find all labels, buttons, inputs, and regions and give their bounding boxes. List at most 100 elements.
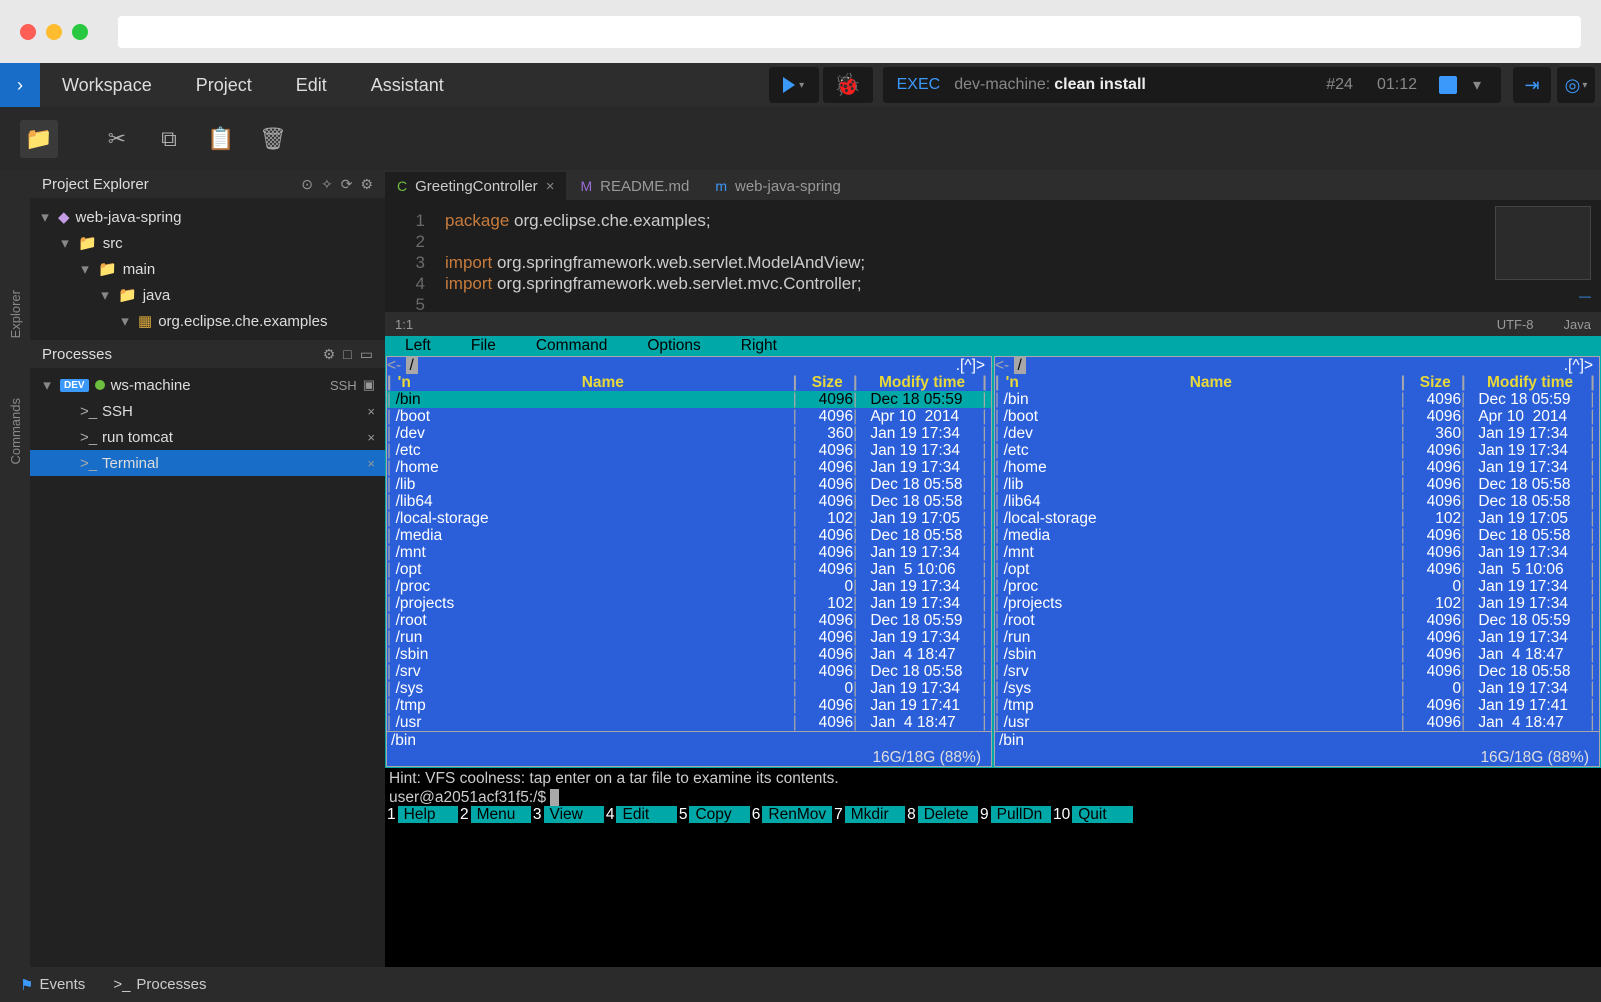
exec-command-box[interactable]: EXEC dev-machine: clean install #24 01:1… <box>883 67 1501 103</box>
chevron-down-icon[interactable]: ▾ <box>118 312 132 330</box>
mc-file-row[interactable]: |/opt|4096|Jan 5 10:06| <box>387 561 991 578</box>
gear-icon[interactable]: ⚙ <box>323 346 336 363</box>
menu-project[interactable]: Project <box>174 75 274 95</box>
mc-file-row[interactable]: |/usr|4096|Jan 4 18:47| <box>995 714 1599 731</box>
traffic-max-icon[interactable] <box>72 24 88 40</box>
mc-path[interactable]: / <box>1014 357 1026 374</box>
mc-file-row[interactable]: |/etc|4096|Jan 19 17:34| <box>995 442 1599 459</box>
mc-file-row[interactable]: |/mnt|4096|Jan 19 17:34| <box>995 544 1599 561</box>
process-machine-row[interactable]: ▾ DEV ws-machine SSH ▣ <box>30 372 385 398</box>
mc-file-row[interactable]: |/proc|0|Jan 19 17:34| <box>995 578 1599 595</box>
mc-file-row[interactable]: |/bin|4096|Dec 18 05:59| <box>995 391 1599 408</box>
mc-file-row[interactable]: |/lib|4096|Dec 18 05:58| <box>387 476 991 493</box>
cut-button[interactable]: ✂ <box>98 120 136 158</box>
mc-file-row[interactable]: |/tmp|4096|Jan 19 17:41| <box>995 697 1599 714</box>
chevron-down-icon[interactable]: ▾ <box>78 260 92 278</box>
mc-menu-bar[interactable]: LeftFileCommandOptionsRight <box>385 336 1601 355</box>
remote-button[interactable]: ⇥ <box>1513 67 1551 103</box>
mc-file-row[interactable]: |/sys|0|Jan 19 17:34| <box>387 680 991 697</box>
mc-file-row[interactable]: |/boot|4096|Apr 10 2014| <box>995 408 1599 425</box>
mc-file-row[interactable]: |/dev|360|Jan 19 17:34| <box>387 425 991 442</box>
process-row[interactable]: >_SSH× <box>30 398 385 424</box>
menu-assistant[interactable]: Assistant <box>349 75 466 95</box>
mc-file-row[interactable]: |/root|4096|Dec 18 05:59| <box>387 612 991 629</box>
mc-file-row[interactable]: |/media|4096|Dec 18 05:58| <box>387 527 991 544</box>
editor-tab[interactable]: mweb-java-spring <box>703 172 853 200</box>
encoding-label[interactable]: UTF-8 <box>1497 317 1534 332</box>
mc-file-row[interactable]: |/media|4096|Dec 18 05:58| <box>995 527 1599 544</box>
mc-updir[interactable]: .[^]> <box>956 357 985 374</box>
mc-file-row[interactable]: |/lib64|4096|Dec 18 05:58| <box>387 493 991 510</box>
mc-file-row[interactable]: |/proc|0|Jan 19 17:34| <box>387 578 991 595</box>
editor-tab[interactable]: MREADME.md <box>568 172 701 200</box>
mc-file-row[interactable]: |/lib|4096|Dec 18 05:58| <box>995 476 1599 493</box>
run-button[interactable]: ▾ <box>769 67 819 103</box>
mc-file-row[interactable]: |/local-storage|102|Jan 19 17:05| <box>387 510 991 527</box>
mc-fkey[interactable]: 7Mkdir <box>832 806 905 823</box>
mc-file-row[interactable]: |/root|4096|Dec 18 05:59| <box>995 612 1599 629</box>
mc-file-row[interactable]: |/sys|0|Jan 19 17:34| <box>995 680 1599 697</box>
mc-file-row[interactable]: |/bin|4096|Dec 18 05:59| <box>387 391 991 408</box>
minimap[interactable] <box>1495 206 1591 280</box>
mc-file-row[interactable]: |/run|4096|Jan 19 17:34| <box>995 629 1599 646</box>
chevron-down-icon[interactable]: ▾ <box>98 286 112 304</box>
debug-button[interactable]: 🐞 <box>823 67 873 103</box>
gear-icon[interactable]: ⚙ <box>360 176 373 193</box>
settings-button[interactable]: ◎▾ <box>1557 67 1595 103</box>
tree-row[interactable]: ▾📁main <box>30 256 385 282</box>
url-bar[interactable] <box>118 16 1581 48</box>
mc-file-row[interactable]: |/etc|4096|Jan 19 17:34| <box>387 442 991 459</box>
bottom-tab-processes[interactable]: >_Processes <box>113 976 206 993</box>
tree-row[interactable]: ▾◆web-java-spring <box>30 204 385 230</box>
process-row[interactable]: >_run tomcat× <box>30 424 385 450</box>
traffic-close-icon[interactable] <box>20 24 36 40</box>
minimap-toggle[interactable]: — <box>1579 286 1591 307</box>
terminal-panel[interactable]: LeftFileCommandOptionsRight <- /.[^]>|'n… <box>385 336 1601 967</box>
minimize-icon[interactable]: ▭ <box>360 346 373 363</box>
locate-icon[interactable]: ⊙ <box>301 176 313 193</box>
close-icon[interactable]: × <box>367 430 375 445</box>
editor-tab[interactable]: CGreetingController× <box>385 172 566 200</box>
bottom-tab-events[interactable]: ⚑Events <box>20 976 85 994</box>
mc-file-row[interactable]: |/boot|4096|Apr 10 2014| <box>387 408 991 425</box>
rail-commands-tab[interactable]: Commands <box>8 398 23 464</box>
mc-fkey[interactable]: 8Delete <box>905 806 978 823</box>
mc-menu-item[interactable]: Command <box>516 337 628 354</box>
mc-file-row[interactable]: |/home|4096|Jan 19 17:34| <box>995 459 1599 476</box>
app-menu-button[interactable]: › <box>0 63 40 107</box>
mc-fkey[interactable]: 3View <box>531 806 604 823</box>
tree-row[interactable]: ▾▦org.eclipse.che.examples <box>30 308 385 334</box>
mc-file-row[interactable]: |/lib64|4096|Dec 18 05:58| <box>995 493 1599 510</box>
mc-menu-item[interactable]: Options <box>627 337 720 354</box>
mc-fkey[interactable]: 9PullDn <box>978 806 1051 823</box>
code-editor[interactable]: 12345 package org.eclipse.che.examples; … <box>385 200 1601 312</box>
new-file-button[interactable]: 📁 <box>20 120 58 158</box>
copy-button[interactable]: ⧉ <box>150 120 188 158</box>
mc-file-row[interactable]: |/sbin|4096|Jan 4 18:47| <box>995 646 1599 663</box>
maximize-icon[interactable]: □ <box>343 346 351 363</box>
mc-file-row[interactable]: |/run|4096|Jan 19 17:34| <box>387 629 991 646</box>
menu-edit[interactable]: Edit <box>274 75 349 95</box>
process-row[interactable]: >_Terminal× <box>30 450 385 476</box>
mc-file-row[interactable]: |/opt|4096|Jan 5 10:06| <box>995 561 1599 578</box>
language-label[interactable]: Java <box>1564 317 1591 332</box>
close-icon[interactable]: × <box>367 404 375 419</box>
mc-file-row[interactable]: |/local-storage|102|Jan 19 17:05| <box>995 510 1599 527</box>
mc-fkey[interactable]: 4Edit <box>604 806 677 823</box>
mc-menu-item[interactable]: Left <box>385 337 451 354</box>
mc-file-row[interactable]: |/projects|102|Jan 19 17:34| <box>995 595 1599 612</box>
mc-fkey[interactable]: 1Help <box>385 806 458 823</box>
chevron-down-icon[interactable]: ▾ <box>40 376 54 394</box>
collapse-icon[interactable]: ✧ <box>321 176 333 193</box>
terminal-new-icon[interactable]: ▣ <box>363 377 375 393</box>
mc-fkey[interactable]: 2Menu <box>458 806 531 823</box>
traffic-min-icon[interactable] <box>46 24 62 40</box>
mc-menu-item[interactable]: File <box>451 337 516 354</box>
mc-file-row[interactable]: |/home|4096|Jan 19 17:34| <box>387 459 991 476</box>
tree-row[interactable]: ▾📁src <box>30 230 385 256</box>
rail-explorer-tab[interactable]: Explorer <box>8 290 23 338</box>
chevron-down-icon[interactable]: ▾ <box>38 208 52 226</box>
delete-button[interactable]: 🗑 <box>254 120 292 158</box>
chevron-down-icon[interactable]: ▾ <box>1467 75 1487 95</box>
mc-updir[interactable]: .[^]> <box>1564 357 1593 374</box>
